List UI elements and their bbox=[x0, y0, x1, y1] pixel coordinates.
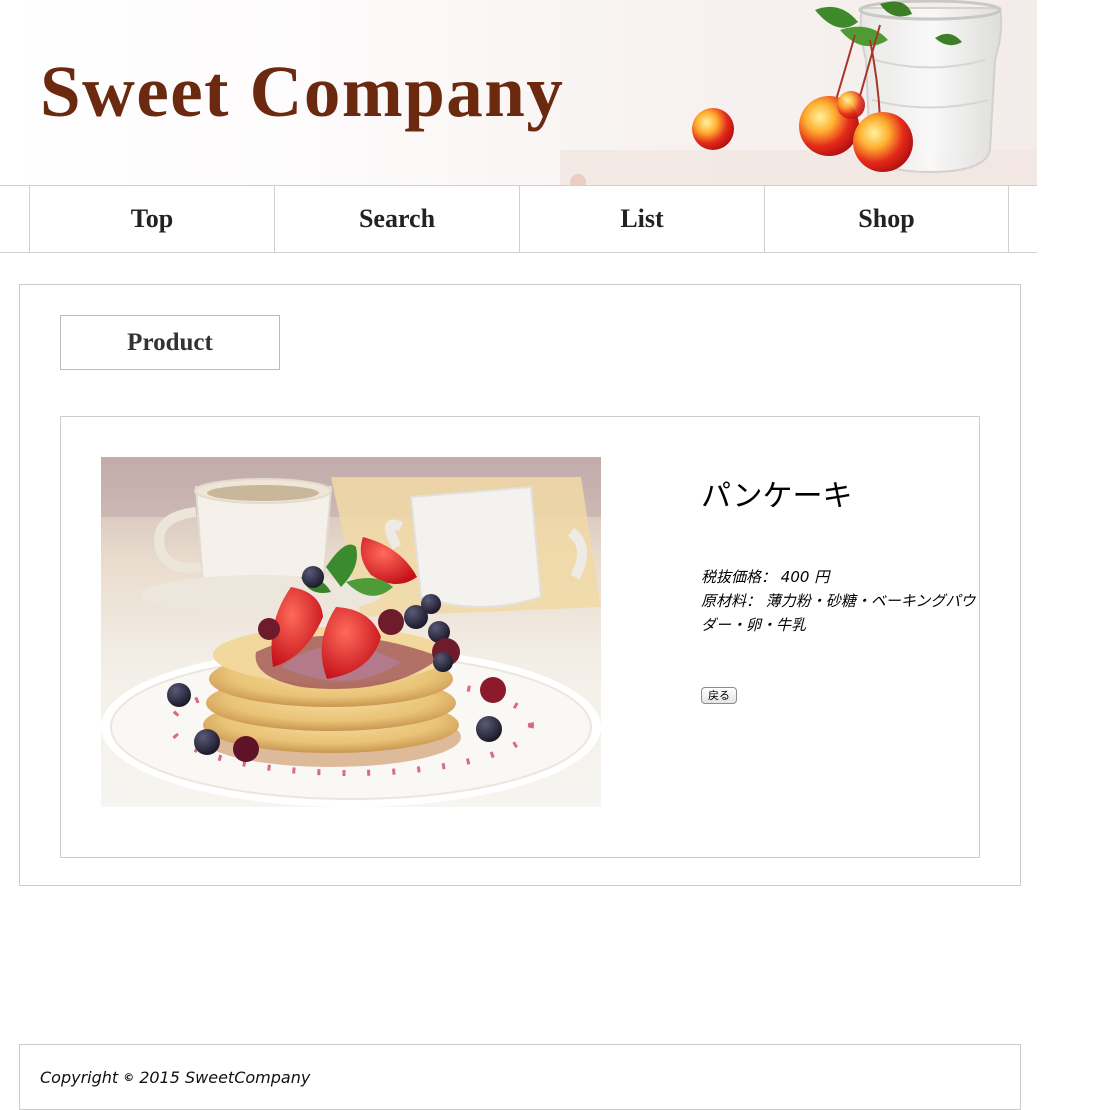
page: Sweet Company Top Search List Shop Produ… bbox=[0, 0, 1119, 1110]
nav-item-list[interactable]: List bbox=[519, 186, 764, 252]
section-title: Product bbox=[60, 315, 280, 370]
site-header: Sweet Company bbox=[0, 0, 1037, 185]
product-price: 税抜価格： 400 円 bbox=[701, 565, 981, 589]
price-value: 400 円 bbox=[780, 568, 830, 586]
main-content: Product パンケーキ 税抜価格： 400 円 原材料： 薄力粉・砂糖・ベー… bbox=[19, 284, 1021, 886]
copyright-text: 2015 SweetCompany bbox=[139, 1067, 311, 1087]
main-nav: Top Search List Shop bbox=[0, 185, 1037, 253]
product-image-pancake bbox=[101, 457, 601, 807]
nav-item-top[interactable]: Top bbox=[29, 186, 274, 252]
product-ingredients: 原材料： 薄力粉・砂糖・ベーキングパウダー・卵・牛乳 bbox=[701, 589, 981, 637]
ingredients-label: 原材料： bbox=[701, 592, 762, 610]
price-label: 税抜価格： bbox=[701, 568, 777, 586]
back-button[interactable]: 戻る bbox=[701, 687, 737, 704]
site-footer: Copyright © 2015 SweetCompany bbox=[19, 1044, 1021, 1110]
nav-item-search[interactable]: Search bbox=[274, 186, 519, 252]
nav-item-shop[interactable]: Shop bbox=[764, 186, 1009, 252]
product-detail-card: パンケーキ 税抜価格： 400 円 原材料： 薄力粉・砂糖・ベーキングパウダー・… bbox=[60, 416, 980, 858]
product-info: パンケーキ 税抜価格： 400 円 原材料： 薄力粉・砂糖・ベーキングパウダー・… bbox=[701, 479, 981, 704]
copyright-symbol: © bbox=[123, 1070, 135, 1084]
site-title: Sweet Company bbox=[40, 51, 565, 132]
copyright-prefix: Copyright bbox=[40, 1067, 119, 1087]
product-details: 税抜価格： 400 円 原材料： 薄力粉・砂糖・ベーキングパウダー・卵・牛乳 bbox=[701, 565, 981, 637]
product-name: パンケーキ bbox=[701, 479, 853, 514]
